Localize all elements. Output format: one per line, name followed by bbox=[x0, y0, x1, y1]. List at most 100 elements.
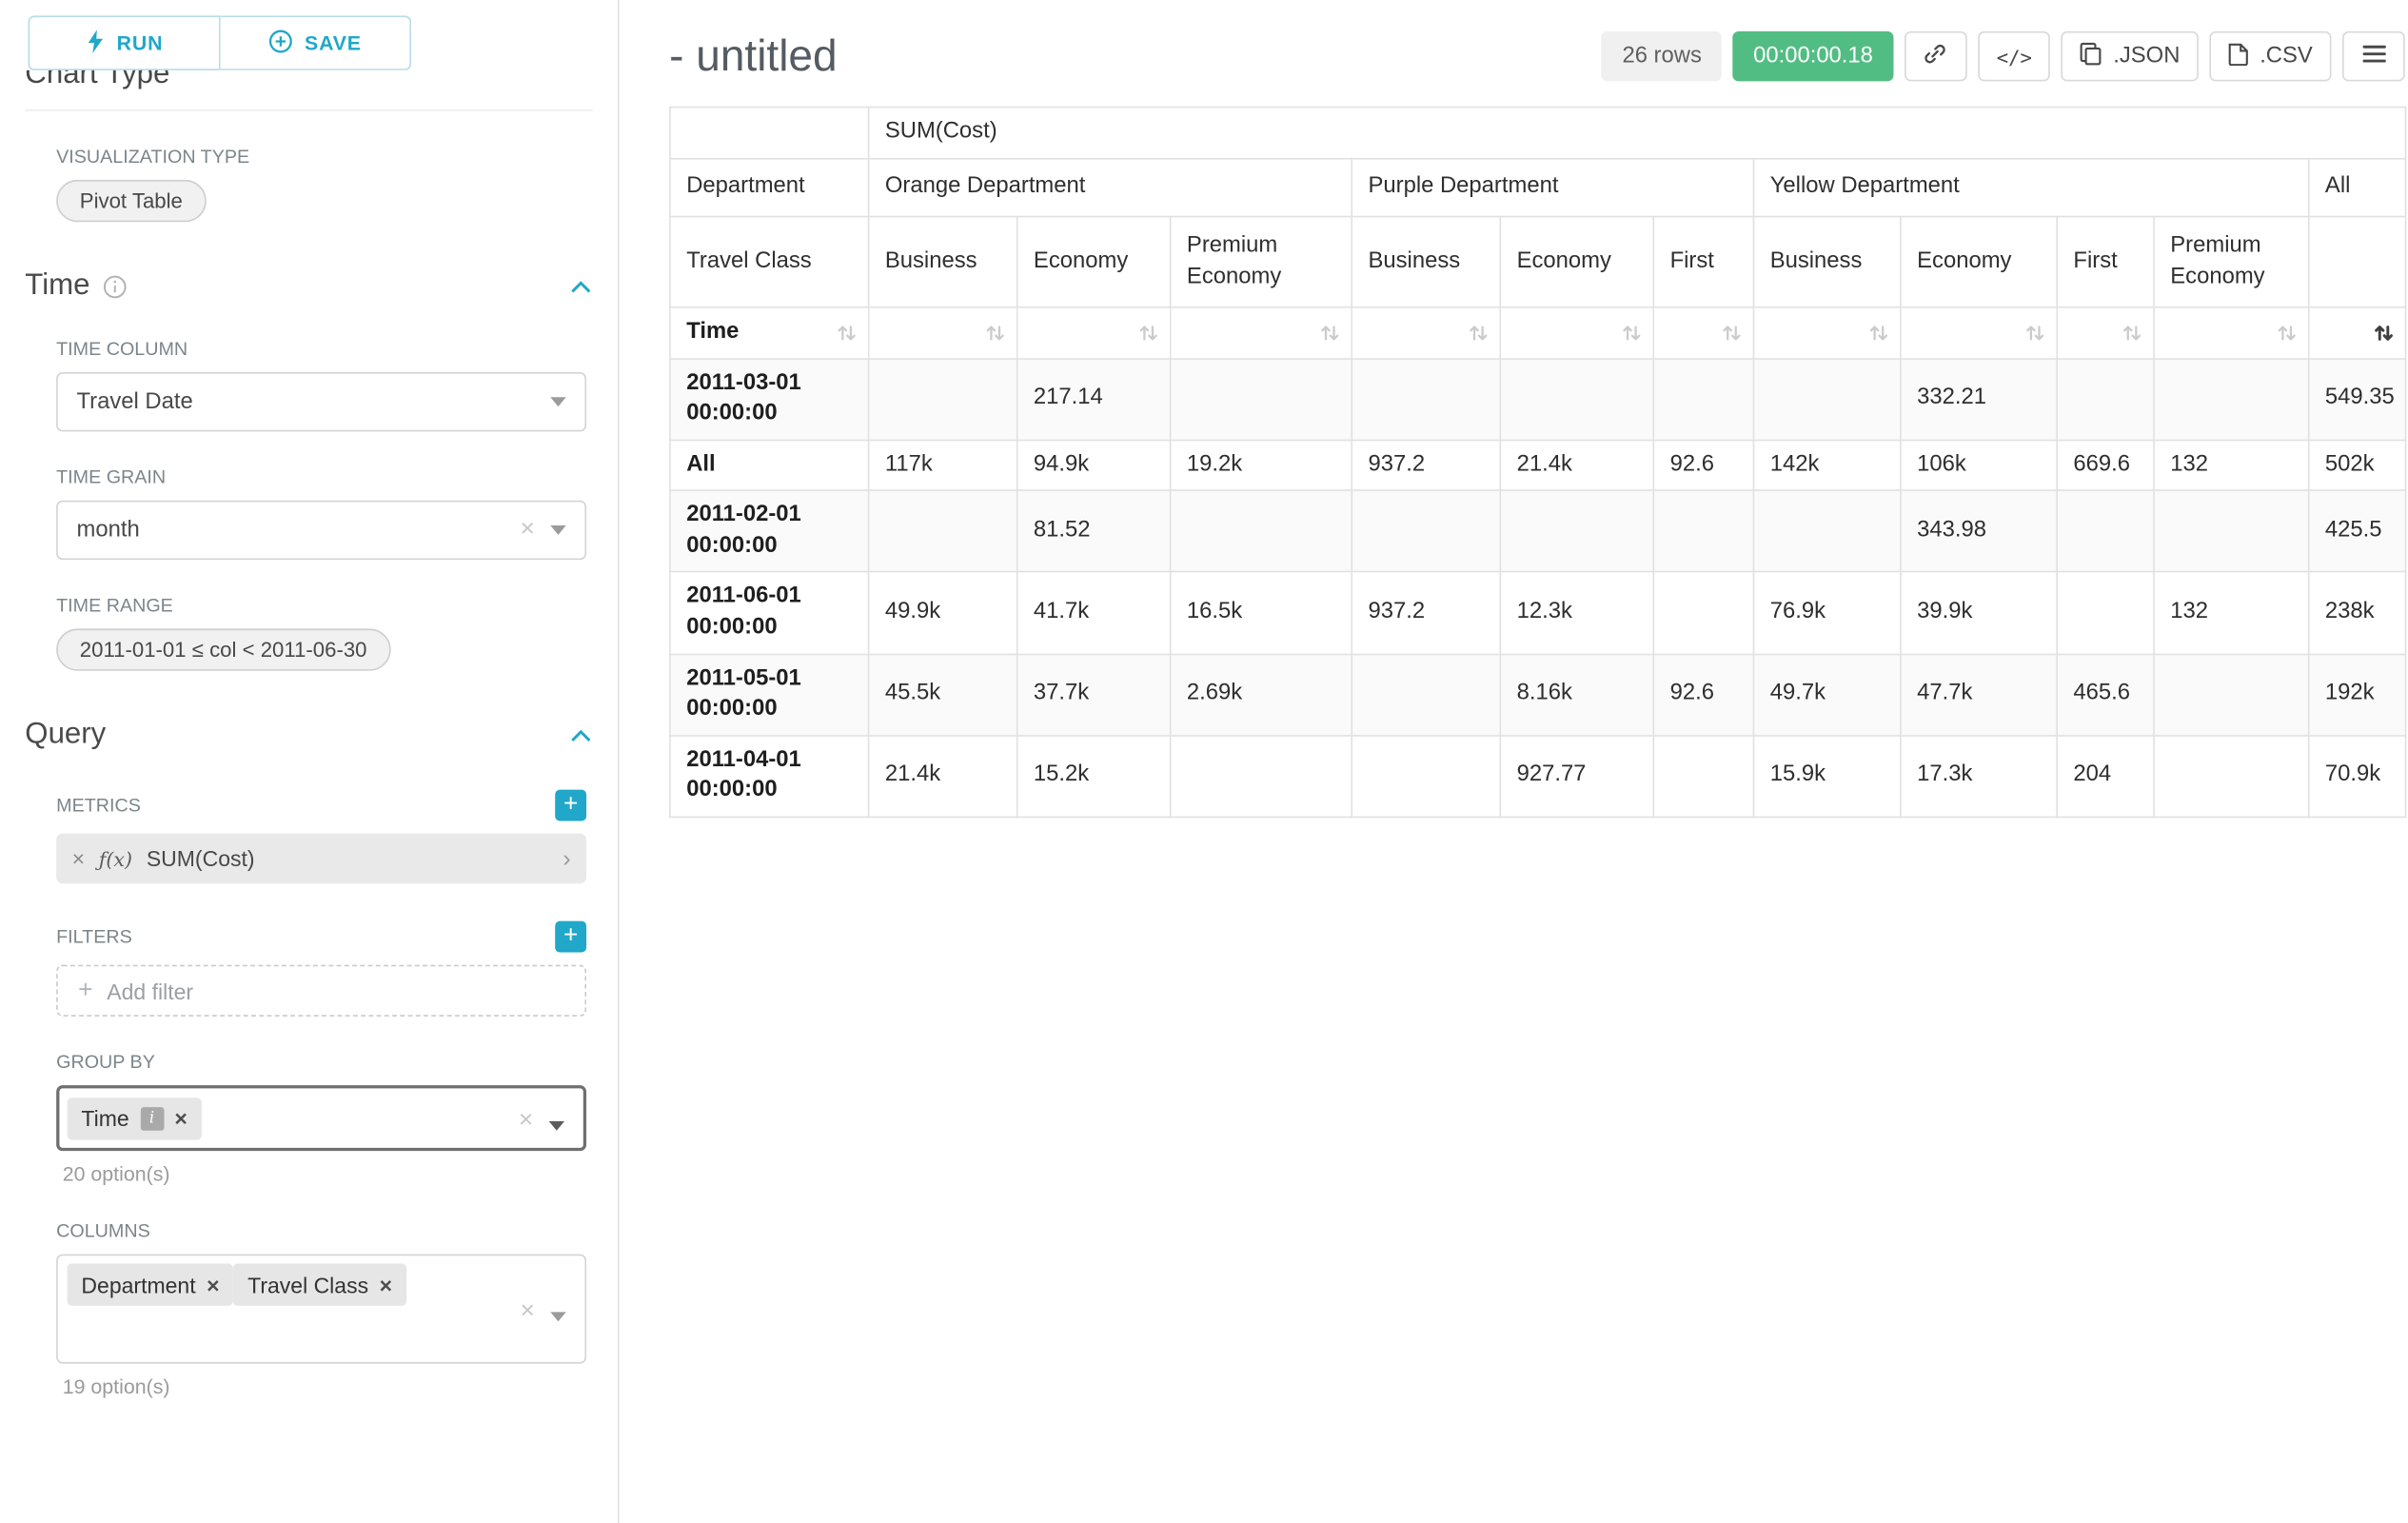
control-panel-sidebar: RUN SAVE Chart Type VISUALIZATION TYPE P… bbox=[0, 0, 620, 1523]
sort-icon bbox=[985, 323, 1005, 343]
section-divider bbox=[25, 109, 592, 111]
row-count-badge: 26 rows bbox=[1602, 31, 1722, 82]
sort-icon bbox=[1138, 323, 1158, 343]
column-sort-header[interactable] bbox=[1017, 307, 1171, 358]
save-button-label: SAVE bbox=[305, 31, 362, 55]
column-sort-header[interactable] bbox=[1171, 307, 1352, 358]
chevron-right-icon: › bbox=[563, 845, 570, 872]
value-cell: 49.9k bbox=[869, 572, 1017, 654]
export-csv-button[interactable]: .CSV bbox=[2210, 31, 2332, 82]
remove-metric-icon[interactable]: × bbox=[72, 846, 85, 871]
value-cell: 192k bbox=[2309, 654, 2406, 736]
columns-tags: Department×Travel Class× bbox=[68, 1263, 406, 1305]
export-json-button[interactable]: .JSON bbox=[2062, 31, 2199, 82]
collapse-time-chevron-icon[interactable] bbox=[569, 279, 593, 293]
value-cell bbox=[2154, 490, 2309, 572]
chart-type-section-header-clipped: Chart Type bbox=[25, 70, 592, 100]
clear-icon[interactable]: × bbox=[521, 518, 535, 543]
group-by-label: GROUP BY bbox=[56, 1051, 586, 1073]
travel-class-header: Economy bbox=[1500, 217, 1653, 307]
add-metric-button[interactable]: + bbox=[555, 790, 586, 821]
column-sort-header[interactable] bbox=[1653, 307, 1753, 358]
add-filter-button[interactable]: + Add filter bbox=[56, 965, 586, 1017]
time-grain-select[interactable]: month × bbox=[56, 501, 586, 560]
clear-icon[interactable]: × bbox=[519, 1109, 533, 1134]
add-filter-label: Add filter bbox=[107, 979, 193, 1003]
sort-icon bbox=[1622, 323, 1642, 343]
row-label: 2011-04-01 00:00:00 bbox=[670, 735, 869, 817]
chart-area: - untitled 26 rows 00:00:00.18 </> bbox=[620, 0, 2408, 1523]
time-section-header: Time bbox=[25, 269, 592, 304]
column-sort-header[interactable] bbox=[1500, 307, 1653, 358]
columns-options-hint: 19 option(s) bbox=[63, 1375, 586, 1398]
sort-icon bbox=[2025, 323, 2045, 343]
travel-class-dimension-header: Travel Class bbox=[670, 217, 869, 307]
value-cell: 92.6 bbox=[1653, 654, 1753, 736]
caret-down-icon bbox=[550, 1312, 565, 1321]
value-cell bbox=[1352, 490, 1500, 572]
chart-menu-button[interactable] bbox=[2342, 31, 2405, 82]
value-cell bbox=[1171, 358, 1352, 440]
column-sort-header[interactable] bbox=[2057, 307, 2154, 358]
table-row: 2011-03-01 00:00:00217.14332.21549.35 bbox=[670, 358, 2406, 440]
value-cell bbox=[1653, 735, 1753, 817]
caret-down-icon bbox=[549, 1121, 564, 1131]
remove-icon[interactable]: × bbox=[174, 1107, 187, 1129]
sort-icon bbox=[837, 323, 857, 343]
time-column-label: TIME COLUMN bbox=[56, 338, 586, 360]
selected-value-pill[interactable]: Travel Class× bbox=[233, 1263, 405, 1305]
value-cell bbox=[2154, 735, 2309, 817]
columns-select[interactable]: Department×Travel Class× × bbox=[56, 1255, 586, 1364]
remove-icon[interactable]: × bbox=[207, 1274, 219, 1296]
column-sort-header[interactable] bbox=[869, 307, 1017, 358]
run-button[interactable]: RUN bbox=[29, 15, 221, 70]
value-cell: 16.5k bbox=[1171, 572, 1352, 654]
value-cell: 106k bbox=[1901, 440, 2057, 490]
table-row: 2011-06-01 00:00:0049.9k41.7k16.5k937.21… bbox=[670, 572, 2406, 654]
selected-value-pill[interactable]: Timei× bbox=[68, 1097, 202, 1138]
time-sort-header[interactable]: Time bbox=[670, 307, 869, 358]
save-button[interactable]: SAVE bbox=[221, 15, 411, 70]
page-title: - untitled bbox=[669, 31, 837, 82]
column-sort-header[interactable] bbox=[1753, 307, 1900, 358]
embed-code-button[interactable]: </> bbox=[1978, 31, 2051, 82]
travel-class-header: Business bbox=[1352, 217, 1500, 307]
column-sort-header[interactable] bbox=[1352, 307, 1500, 358]
value-cell bbox=[1352, 735, 1500, 817]
sort-icon bbox=[1722, 323, 1742, 343]
value-cell bbox=[2154, 654, 2309, 736]
metric-item[interactable]: × ƒ(x) SUM(Cost) › bbox=[56, 834, 586, 884]
visualization-type-value[interactable]: Pivot Table bbox=[56, 180, 206, 222]
group-by-select[interactable]: Timei× × bbox=[56, 1085, 586, 1151]
travel-class-header: First bbox=[2057, 217, 2154, 307]
value-cell: 94.9k bbox=[1017, 440, 1171, 490]
column-sort-header[interactable] bbox=[2154, 307, 2309, 358]
row-label: 2011-03-01 00:00:00 bbox=[670, 358, 869, 440]
embed-code-icon: </> bbox=[1997, 45, 2032, 69]
value-cell: 15.9k bbox=[1753, 735, 1900, 817]
time-column-select[interactable]: Travel Date bbox=[56, 372, 586, 431]
export-json-label: .JSON bbox=[2113, 44, 2180, 69]
metric-name: SUM(Cost) bbox=[147, 846, 255, 871]
value-cell: 76.9k bbox=[1753, 572, 1900, 654]
filters-label: FILTERS bbox=[56, 926, 132, 948]
row-label: 2011-05-01 00:00:00 bbox=[670, 654, 869, 736]
time-section-title: Time bbox=[25, 269, 89, 304]
time-range-value[interactable]: 2011-01-01 ≤ col < 2011-06-30 bbox=[56, 628, 390, 670]
export-csv-label: .CSV bbox=[2260, 44, 2313, 69]
selected-value-pill[interactable]: Department× bbox=[68, 1263, 234, 1305]
all-sort-header[interactable] bbox=[2309, 307, 2406, 358]
value-cell bbox=[1171, 490, 1352, 572]
add-filter-plus-button[interactable]: + bbox=[555, 921, 586, 953]
app-root: RUN SAVE Chart Type VISUALIZATION TYPE P… bbox=[0, 0, 2408, 1523]
column-sort-header[interactable] bbox=[1901, 307, 2057, 358]
value-cell: 17.3k bbox=[1901, 735, 2057, 817]
time-grain-value: month bbox=[77, 518, 140, 543]
remove-icon[interactable]: × bbox=[380, 1274, 392, 1296]
row-label: All bbox=[670, 440, 869, 490]
value-cell: 332.21 bbox=[1901, 358, 2057, 440]
share-link-button[interactable] bbox=[1905, 31, 1967, 82]
value-cell: 343.98 bbox=[1901, 490, 2057, 572]
clear-icon[interactable]: × bbox=[521, 1299, 535, 1324]
collapse-query-chevron-icon[interactable] bbox=[569, 728, 593, 742]
